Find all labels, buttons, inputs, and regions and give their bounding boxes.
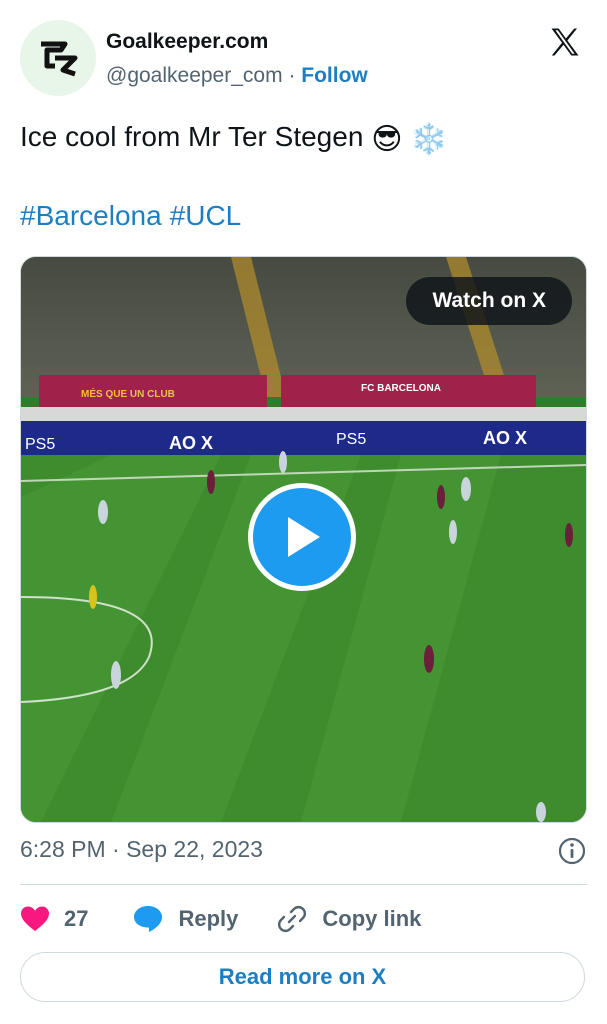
hashtag-ucl[interactable]: #UCL xyxy=(170,200,242,231)
tweet-actions: 27 Reply Copy link xyxy=(20,896,587,942)
reply-label: Reply xyxy=(178,906,239,931)
board-ps5-right: PS5 xyxy=(336,431,366,448)
tweet-timestamp[interactable]: 6:28 PM · Sep 22, 2023 xyxy=(20,836,263,863)
banner-mes-que-un-club: MÉS QUE UN CLUB xyxy=(81,387,175,400)
tweet-text: Ice cool from Mr Ter Stegen 😎 ❄️ xyxy=(20,118,448,159)
link-icon xyxy=(278,905,307,933)
x-logo-icon[interactable] xyxy=(547,24,583,60)
goalkeeper-logo-icon xyxy=(41,41,78,77)
copy-link-button[interactable]: Copy link xyxy=(276,903,421,935)
video-media[interactable]: MÉS QUE UN CLUB FC BARCELONA PS5 AO X PS… xyxy=(20,256,587,823)
reply-button[interactable]: Reply xyxy=(132,904,238,934)
read-more-button[interactable]: Read more on X xyxy=(20,952,585,1002)
play-icon xyxy=(288,517,320,557)
like-count: 27 xyxy=(64,906,89,931)
sunglasses-emoji: 😎 xyxy=(371,123,403,156)
play-button[interactable] xyxy=(248,483,356,591)
hashtags: #Barcelona #UCL xyxy=(20,198,249,234)
tweet-header: Goalkeeper.com @goalkeeper_com · Follow xyxy=(20,20,587,96)
watch-on-x-button[interactable]: Watch on X xyxy=(406,277,572,325)
copy-link-label: Copy link xyxy=(322,906,422,931)
divider xyxy=(20,884,587,885)
avatar[interactable] xyxy=(20,20,96,96)
author-name[interactable]: Goalkeeper.com xyxy=(106,30,268,54)
author-handle[interactable]: @goalkeeper_com xyxy=(106,64,283,87)
follow-button[interactable]: Follow xyxy=(301,64,368,87)
author-handle-line: @goalkeeper_com · Follow xyxy=(106,64,368,88)
reply-bubble-icon xyxy=(134,906,163,932)
heart-icon xyxy=(21,906,49,931)
tweet-body: Ice cool from Mr Ter Stegen xyxy=(20,121,364,152)
like-button[interactable]: 27 xyxy=(20,905,88,933)
hashtag-barcelona[interactable]: #Barcelona xyxy=(20,200,162,231)
snowflake-emoji: ❄️ xyxy=(410,123,448,156)
board-aox-right: AO X xyxy=(483,428,527,448)
info-icon[interactable] xyxy=(557,836,587,866)
banner-fc-barcelona: FC BARCELONA xyxy=(361,383,441,394)
board-aox-left: AO X xyxy=(169,433,213,453)
handle-separator: · xyxy=(288,64,296,87)
board-ps5-left: PS5 xyxy=(25,436,55,453)
